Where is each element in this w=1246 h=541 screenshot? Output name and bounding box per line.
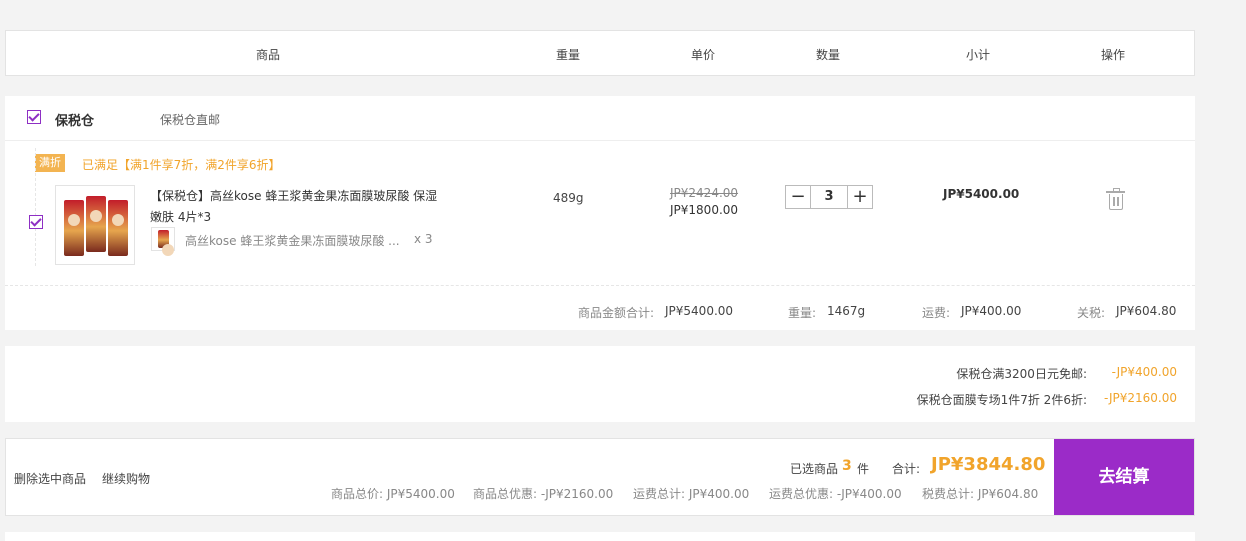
goods-total-value: JP¥5400.00 [665,304,734,318]
checkout-button[interactable]: 去结算 [1054,439,1194,515]
discount-panel: 保税仓满3200日元免邮: -JP¥400.00 保税仓面膜专场1件7折 2件6… [5,346,1195,422]
sub-product-image [151,227,175,256]
goods-total-label: 商品金额合计: [578,306,655,320]
selected-count: 3 [842,458,852,474]
tax-value: JP¥604.80 [1116,304,1177,318]
continue-shopping-link[interactable]: 继续购物 [102,470,150,487]
selected-suffix: 件 [857,462,870,476]
divider [5,285,1195,286]
increase-button[interactable]: + [848,186,872,208]
goods-total: 商品总价: JP¥5400.00 [331,487,455,501]
promo-text: 已满足【满1件享7折，满2件享6折】 [82,158,281,172]
weight-value: 1467g [827,304,866,318]
warehouse-name: 保税仓 [55,114,95,129]
goods-discount: 商品总优惠: -JP¥2160.00 [473,487,614,501]
total-amount: JP¥3844.80 [931,454,1046,475]
quantity-input[interactable]: 3 [810,186,848,208]
divider [5,140,1195,141]
item-weight: 489g [553,191,584,205]
shipping-value: JP¥400.00 [961,304,1022,318]
next-section [5,532,1195,541]
warehouse-checkbox[interactable] [27,110,41,124]
product-title-line2[interactable]: 嫩肤 4片*3 [150,208,211,225]
discount-label: 保税仓满3200日元免邮: [956,367,1087,381]
col-weight: 重量 [555,48,581,62]
product-title-line1[interactable]: 【保税仓】高丝kose 蜂王浆黄金果冻面膜玻尿酸 保湿 [150,187,437,204]
col-action: 操作 [1100,48,1126,62]
shipping-total: 运费总计: JP¥400.00 [633,487,750,501]
decrease-button[interactable]: − [786,186,810,208]
delete-selected-link[interactable]: 删除选中商品 [14,470,86,487]
trash-icon[interactable] [1106,188,1125,210]
unit-price: JP¥1800.00 [670,203,739,217]
sub-product-qty: x 3 [414,232,433,246]
col-product: 商品 [255,48,281,62]
col-quantity: 数量 [815,48,841,62]
warehouse-group: 保税仓 保税仓直邮 满折 已满足【满1件享7折，满2件享6折】 【保税仓】高丝k… [5,96,1195,330]
promo-badge: 满折 [35,154,65,172]
selected-prefix: 已选商品 [790,462,839,476]
total-label: 合计: [892,462,921,476]
item-checkbox[interactable] [29,215,43,229]
discount-label: 保税仓面膜专场1件7折 2件6折: [916,393,1087,407]
sub-product-title: 高丝kose 蜂王浆黄金果冻面膜玻尿酸 ... [185,234,400,248]
checkout-bar: 删除选中商品 继续购物 已选商品 3 件 合计: JP¥3844.80 商品总价… [5,438,1195,516]
original-price: JP¥2424.00 [670,186,739,200]
shipping-label: 运费: [922,306,951,320]
item-subtotal: JP¥5400.00 [943,187,1020,201]
shipping-note: 保税仓直邮 [160,113,221,127]
discount-value: -JP¥400.00 [1111,365,1177,379]
tax-total: 税费总计: JP¥604.80 [922,487,1039,501]
discount-value: -JP¥2160.00 [1103,391,1177,405]
col-unit-price: 单价 [690,48,716,62]
shipping-discount: 运费总优惠: -JP¥400.00 [769,487,902,501]
weight-label: 重量: [788,306,817,320]
tax-label: 关税: [1077,306,1106,320]
quantity-stepper[interactable]: − 3 + [785,185,873,209]
cart-table-header: 商品 重量 单价 数量 小计 操作 [5,30,1195,76]
divider [35,148,36,266]
col-subtotal: 小计 [965,48,991,62]
product-image[interactable] [55,185,135,265]
